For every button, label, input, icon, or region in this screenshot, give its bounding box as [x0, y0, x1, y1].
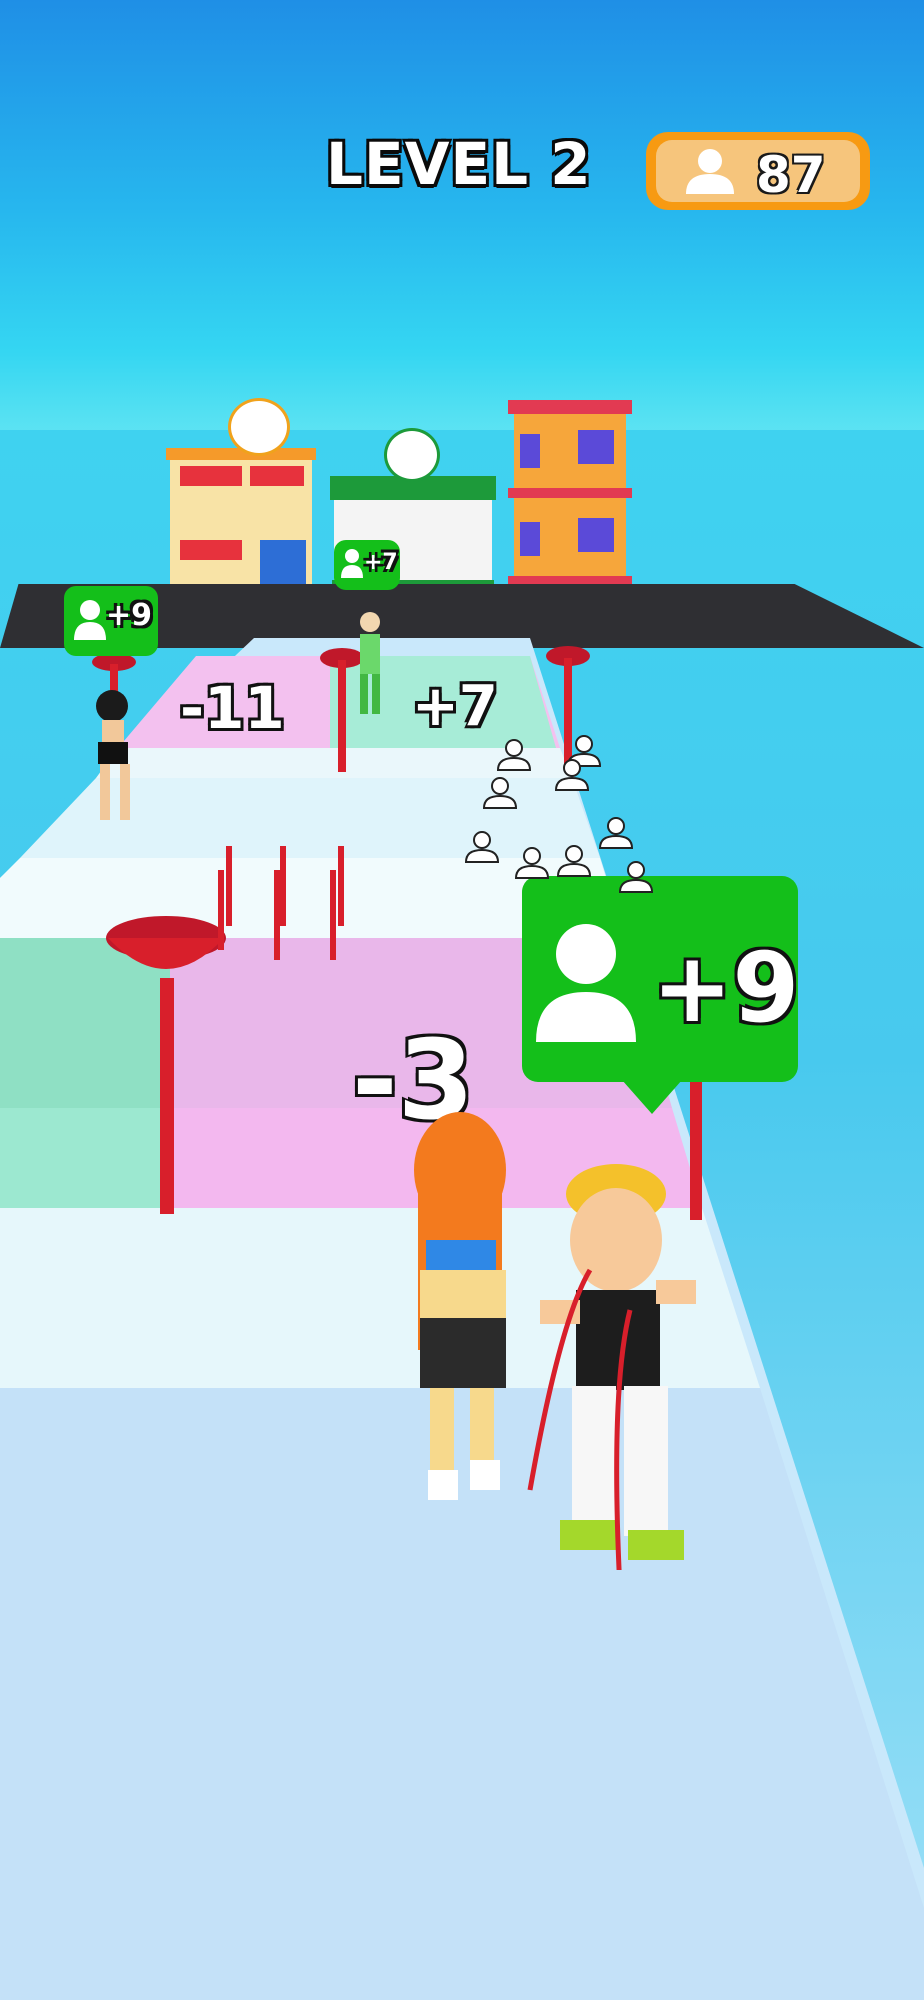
crowd-group — [464, 735, 654, 893]
person-icon — [341, 549, 363, 578]
bubble-left-value: +9 — [106, 598, 153, 633]
coffee-sign — [384, 428, 440, 482]
crowd-counter: 87 — [646, 132, 870, 210]
crowd-counter-inner: 87 — [656, 140, 860, 204]
bubble-center: +7 — [334, 540, 400, 590]
person-icon — [686, 149, 734, 194]
crowd-count: 87 — [756, 146, 826, 204]
npc-girl-left — [96, 690, 130, 820]
gate-far-left-value: -11 — [180, 674, 285, 742]
town-scene — [166, 400, 632, 590]
player-boy — [527, 1164, 696, 1570]
npc-green-man — [360, 612, 380, 714]
bubble-center-value: +7 — [364, 550, 398, 575]
player-girl — [414, 1112, 506, 1500]
person-icon — [74, 600, 106, 640]
bubble-near-tail — [622, 1080, 682, 1114]
level-label: LEVEL 2 — [326, 130, 592, 198]
burger-queen-sign — [228, 398, 290, 456]
bubble-left: +9 — [64, 586, 158, 656]
